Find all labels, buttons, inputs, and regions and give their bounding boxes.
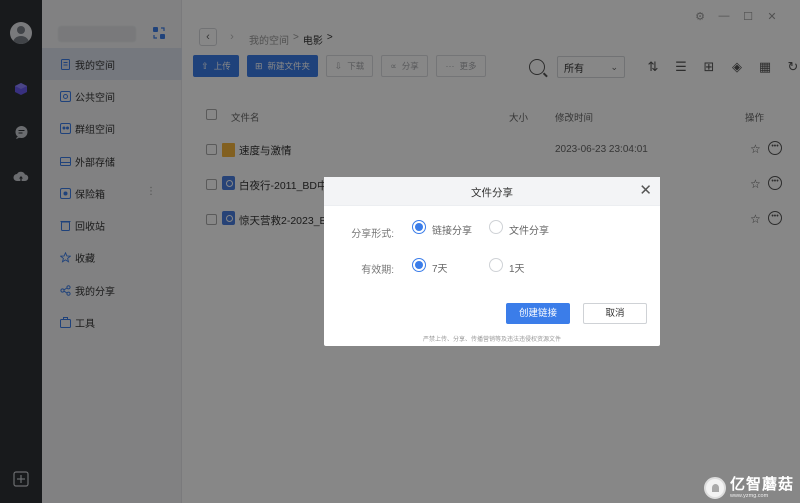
share-form-label: 分享形式: [351,229,394,240]
radio-link-share[interactable] [412,220,426,234]
create-link-button[interactable]: 创建链接 [506,303,570,324]
validity-label: 有效期: [361,265,394,276]
watermark-url: www.yzmg.com [729,493,769,499]
dialog-title: 文件分享 [471,187,513,199]
radio-file-share-label[interactable]: 文件分享 [509,222,549,237]
radio-7-days[interactable] [412,258,426,272]
radio-1-day-label[interactable]: 1天 [509,260,525,275]
radio-link-share-label[interactable]: 链接分享 [432,222,472,237]
mushroom-logo-icon [703,477,726,499]
radio-7-days-label[interactable]: 7天 [432,260,448,275]
radio-file-share[interactable] [489,220,503,234]
watermark-brand: 亿智蘑菇 [729,476,794,493]
dialog-notice: 严禁上传、分享、传播营销等及违法违侵权资源文件 [422,337,561,343]
share-dialog: 文件分享 ✕ 分享形式: 链接分享 文件分享 有效期: 7天 1天 创建链接 取… [324,177,660,346]
watermark: 亿智蘑菇 www.yzmg.com [703,476,794,499]
dialog-header: 文件分享 ✕ [324,177,660,206]
radio-1-day[interactable] [489,258,503,272]
close-icon[interactable]: ✕ [639,182,652,199]
cancel-button[interactable]: 取消 [583,303,647,324]
